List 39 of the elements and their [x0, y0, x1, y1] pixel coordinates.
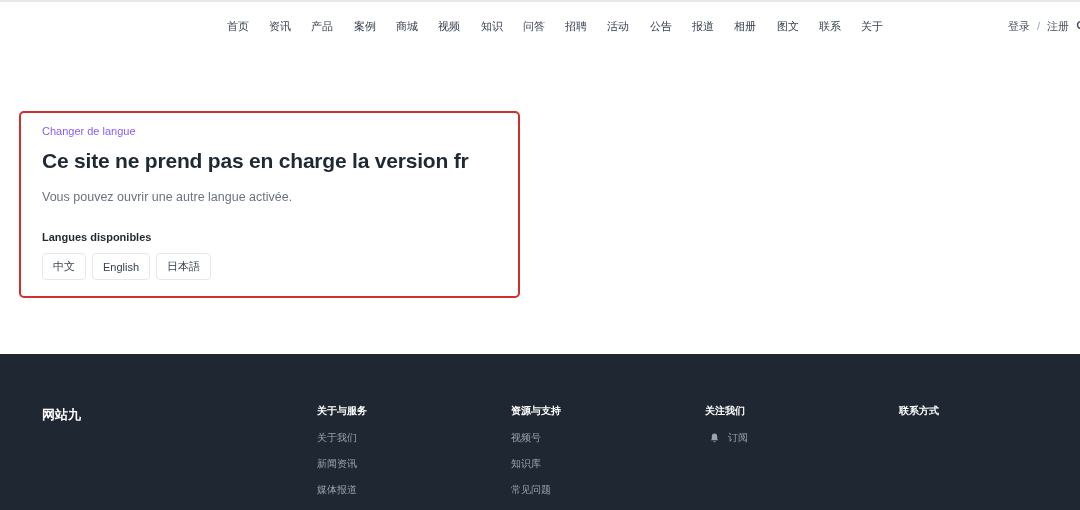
- footer-heading: 资源与支持: [511, 404, 561, 418]
- nav-link[interactable]: 案例: [343, 19, 386, 33]
- nav-link[interactable]: 知识: [470, 19, 513, 33]
- nav-link[interactable]: 公告: [639, 19, 682, 33]
- language-button[interactable]: English: [92, 253, 151, 280]
- nav-link[interactable]: 活动: [597, 19, 640, 33]
- language-button[interactable]: 日本語: [156, 253, 212, 280]
- auth-link[interactable]: 登录: [1007, 19, 1030, 33]
- notice-message: Vous pouvez ouvrir une autre langue activée.: [42, 190, 293, 204]
- footer-link[interactable]: 订阅: [705, 431, 748, 445]
- eyebrow-text: Changer de langue: [42, 125, 136, 137]
- nav-link[interactable]: 视频: [428, 19, 471, 33]
- nav-link[interactable]: 问答: [512, 19, 555, 33]
- footer-heading: 关注我们: [705, 404, 745, 418]
- nav-link[interactable]: 招聘: [555, 19, 598, 33]
- nav-link[interactable]: 产品: [301, 19, 344, 33]
- footer-link[interactable]: 关于我们: [317, 431, 357, 445]
- nav-link[interactable]: 商城: [385, 19, 429, 33]
- languages-label: Langues disponibles: [42, 231, 152, 243]
- nav-link[interactable]: 资讯: [258, 19, 302, 33]
- footer-heading: 联系方式: [899, 404, 939, 418]
- footer-link[interactable]: 常见问题: [511, 483, 551, 497]
- nav-link[interactable]: 首页: [216, 19, 259, 33]
- notice-title: Ce site ne prend pas en charge la version fr: [42, 149, 469, 173]
- nav-link[interactable]: 联系: [808, 19, 852, 33]
- bell-icon: [710, 433, 719, 443]
- footer-link[interactable]: 新闻资讯: [317, 457, 357, 471]
- nav-link[interactable]: 图文: [766, 19, 809, 33]
- nav-link[interactable]: 相册: [724, 19, 767, 33]
- footer-heading: 关于与服务: [317, 404, 367, 418]
- footer-link[interactable]: 知识库: [511, 457, 541, 471]
- footer-link[interactable]: 视频号: [511, 431, 541, 445]
- nav-link[interactable]: 关于: [851, 19, 894, 33]
- auth-link[interactable]: 注册: [1047, 19, 1069, 33]
- footer-brand: 网站九: [42, 406, 82, 424]
- footer-link[interactable]: 媒体报道: [317, 483, 357, 497]
- nav-link[interactable]: 报道: [681, 19, 725, 33]
- separator: /: [1036, 20, 1040, 32]
- language-button[interactable]: 中文: [42, 253, 86, 280]
